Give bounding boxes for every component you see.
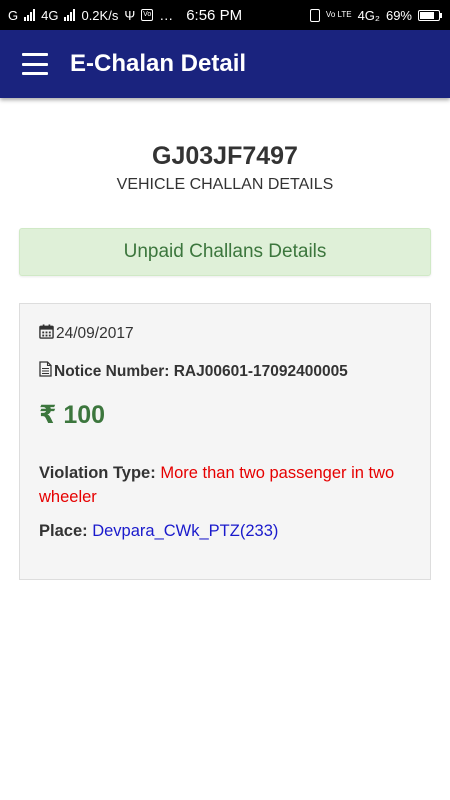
status-right: Vo LTE 4G₂ 69% — [309, 7, 442, 23]
clock: 6:56 PM — [186, 6, 243, 24]
place-value: Devpara_CWk_PTZ(233) — [92, 522, 279, 540]
challan-card: 24/09/2017 Notice Number: RAJ00601-17092… — [19, 303, 431, 580]
calendar-icon — [39, 324, 54, 344]
volte-icon: Vo LTE — [325, 10, 352, 19]
status-bar: G 4G 0.2K/s Ψ Vo … 6:56 PM Vo LTE 4G₂ 69… — [0, 0, 450, 30]
notice-number-row: Notice Number: RAJ00601-17092400005 — [39, 361, 348, 382]
signal-icon-2 — [64, 9, 76, 21]
vehicle-subtitle: VEHICLE CHALLAN DETAILS — [116, 176, 334, 193]
challan-date: 24/09/2017 — [56, 325, 134, 342]
network-type-right: 4G₂ — [357, 7, 380, 23]
notice-number: Notice Number: RAJ00601-17092400005 — [54, 362, 348, 380]
vibrate-icon — [309, 8, 320, 22]
challan-amount: ₹ 100 — [39, 401, 106, 429]
signal-icon — [24, 9, 36, 21]
network-type-left: 4G — [41, 7, 59, 23]
place-label: Place: — [39, 522, 88, 540]
unpaid-challans-banner: Unpaid Challans Details — [19, 228, 431, 276]
challan-date-row: 24/09/2017 — [39, 324, 134, 344]
more-notifications-icon: … — [159, 7, 175, 23]
hamburger-menu-icon[interactable] — [22, 53, 48, 75]
app-title: E-Chalan Detail — [70, 50, 247, 77]
place: Place: Devpara_CWk_PTZ(233) — [39, 522, 278, 541]
carrier-label: G — [8, 7, 19, 23]
notification-icon: Vo — [141, 9, 154, 21]
usb-icon: Ψ — [124, 7, 136, 23]
vehicle-number: GJ03JF7497 — [152, 142, 298, 170]
banner-text: Unpaid Challans Details — [123, 241, 327, 262]
battery-percent: 69% — [385, 7, 412, 23]
app-bar: E-Chalan Detail — [0, 30, 450, 98]
network-speed: 0.2K/s — [81, 7, 119, 23]
document-icon — [39, 361, 52, 382]
status-left: G 4G 0.2K/s Ψ Vo … 6:56 PM — [8, 7, 242, 24]
violation-label: Violation Type: — [39, 464, 156, 482]
violation-type: Violation Type: More than two passenger … — [39, 461, 419, 509]
battery-icon — [418, 9, 442, 21]
